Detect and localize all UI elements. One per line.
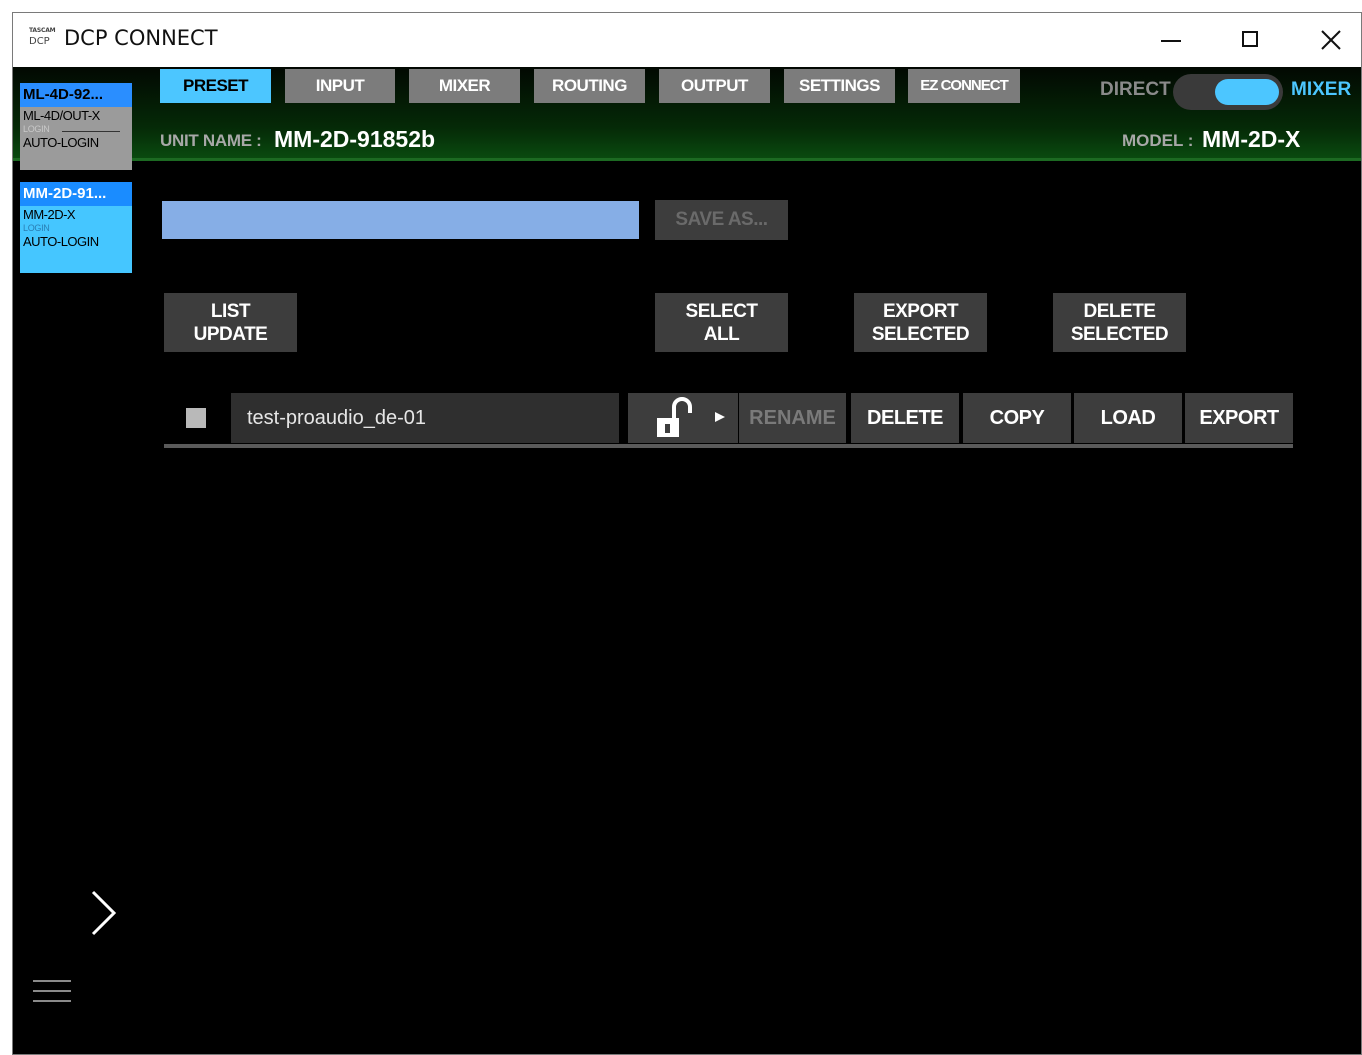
rename-button[interactable]: RENAME bbox=[739, 393, 846, 443]
unit-card-auto-login: AUTO-LOGIN bbox=[23, 234, 99, 249]
header-divider bbox=[13, 158, 1361, 161]
list-update-button[interactable]: LIST UPDATE bbox=[164, 293, 297, 352]
preset-row-checkbox[interactable] bbox=[186, 408, 206, 428]
preset-row-divider bbox=[164, 444, 1293, 448]
select-all-button[interactable]: SELECT ALL bbox=[655, 293, 788, 352]
export-selected-button[interactable]: EXPORT SELECTED bbox=[854, 293, 987, 352]
unit-card-ml-4d[interactable]: ML-4D-92... ML-4D/OUT-X LOGIN AUTO-LOGIN bbox=[20, 83, 132, 170]
maximize-button[interactable] bbox=[1231, 21, 1271, 59]
unlock-icon bbox=[657, 397, 692, 437]
lock-toggle-button[interactable] bbox=[628, 393, 738, 443]
unit-card-mm-2d[interactable]: MM-2D-91... MM-2D-X LOGIN AUTO-LOGIN bbox=[20, 182, 132, 273]
title-bar: TASCAM DCP DCP CONNECT bbox=[13, 13, 1361, 67]
unit-card-body: ML-4D/OUT-X LOGIN AUTO-LOGIN bbox=[20, 107, 132, 170]
unit-card-body: MM-2D-X LOGIN AUTO-LOGIN bbox=[20, 206, 132, 273]
close-icon bbox=[1321, 30, 1341, 50]
hamburger-menu-button[interactable] bbox=[33, 980, 71, 1010]
save-as-button[interactable]: SAVE AS... bbox=[655, 200, 788, 240]
tab-preset[interactable]: PRESET bbox=[160, 69, 271, 103]
unit-card-login: LOGIN bbox=[23, 223, 50, 233]
delete-selected-line1: DELETE bbox=[1083, 301, 1156, 322]
minimize-icon bbox=[1161, 40, 1181, 42]
unit-name-label: UNIT NAME : bbox=[160, 131, 262, 150]
maximize-icon bbox=[1242, 31, 1258, 47]
model-value: MM-2D-X bbox=[1202, 126, 1301, 152]
hamburger-menu-icon bbox=[33, 980, 71, 982]
copy-button[interactable]: COPY bbox=[963, 393, 1071, 443]
logo-product: DCP bbox=[29, 36, 50, 47]
export-button[interactable]: EXPORT bbox=[1185, 393, 1293, 443]
unit-card-auto-login: AUTO-LOGIN bbox=[23, 135, 99, 150]
unit-card-login: LOGIN bbox=[20, 124, 132, 134]
hamburger-menu-icon bbox=[33, 1000, 71, 1002]
mode-mixer-label: MIXER bbox=[1291, 79, 1352, 100]
preset-row-name[interactable]: test-proaudio_de-01 bbox=[231, 393, 619, 443]
tab-mixer[interactable]: MIXER bbox=[409, 69, 520, 103]
model-label: MODEL : bbox=[1122, 131, 1194, 150]
hamburger-menu-icon bbox=[33, 990, 71, 992]
select-all-line2: ALL bbox=[703, 324, 740, 345]
close-button[interactable] bbox=[1311, 21, 1351, 59]
chevron-right-icon bbox=[91, 890, 117, 936]
logo-brand: TASCAM bbox=[29, 27, 56, 34]
export-selected-line2: SELECTED bbox=[871, 324, 970, 345]
mode-toggle[interactable] bbox=[1173, 74, 1283, 110]
delete-selected-line2: SELECTED bbox=[1070, 324, 1169, 345]
app-logo: TASCAM DCP bbox=[29, 27, 59, 51]
minimize-button[interactable] bbox=[1151, 21, 1191, 59]
mode-toggle-knob bbox=[1215, 79, 1279, 105]
unit-card-model: ML-4D/OUT-X bbox=[23, 108, 100, 123]
unit-card-model: MM-2D-X bbox=[23, 207, 76, 222]
unit-name-value: MM-2D-91852b bbox=[274, 126, 436, 152]
preset-name-input[interactable] bbox=[162, 201, 639, 239]
unit-card-title: MM-2D-91... bbox=[20, 182, 132, 206]
tab-routing[interactable]: ROUTING bbox=[534, 69, 645, 103]
tab-input[interactable]: INPUT bbox=[285, 69, 395, 103]
tab-ez-connect[interactable]: EZ CONNECT bbox=[908, 69, 1020, 103]
tab-settings[interactable]: SETTINGS bbox=[784, 69, 895, 103]
select-all-line1: SELECT bbox=[685, 301, 758, 322]
window-title: DCP CONNECT bbox=[64, 26, 218, 50]
play-arrow-icon bbox=[715, 412, 725, 422]
list-update-line1: LIST bbox=[210, 301, 251, 322]
export-selected-line1: EXPORT bbox=[882, 301, 959, 322]
load-button[interactable]: LOAD bbox=[1074, 393, 1182, 443]
expand-sidebar-button[interactable] bbox=[89, 889, 119, 937]
delete-selected-button[interactable]: DELETE SELECTED bbox=[1053, 293, 1186, 352]
delete-button[interactable]: DELETE bbox=[851, 393, 959, 443]
mode-direct-label: DIRECT bbox=[1100, 79, 1171, 100]
app-window: TASCAM DCP DCP CONNECT ML-4D-92... ML-4D… bbox=[12, 12, 1362, 1055]
tab-output[interactable]: OUTPUT bbox=[659, 69, 770, 103]
list-update-line2: UPDATE bbox=[193, 324, 268, 345]
unit-card-title: ML-4D-92... bbox=[20, 83, 132, 107]
